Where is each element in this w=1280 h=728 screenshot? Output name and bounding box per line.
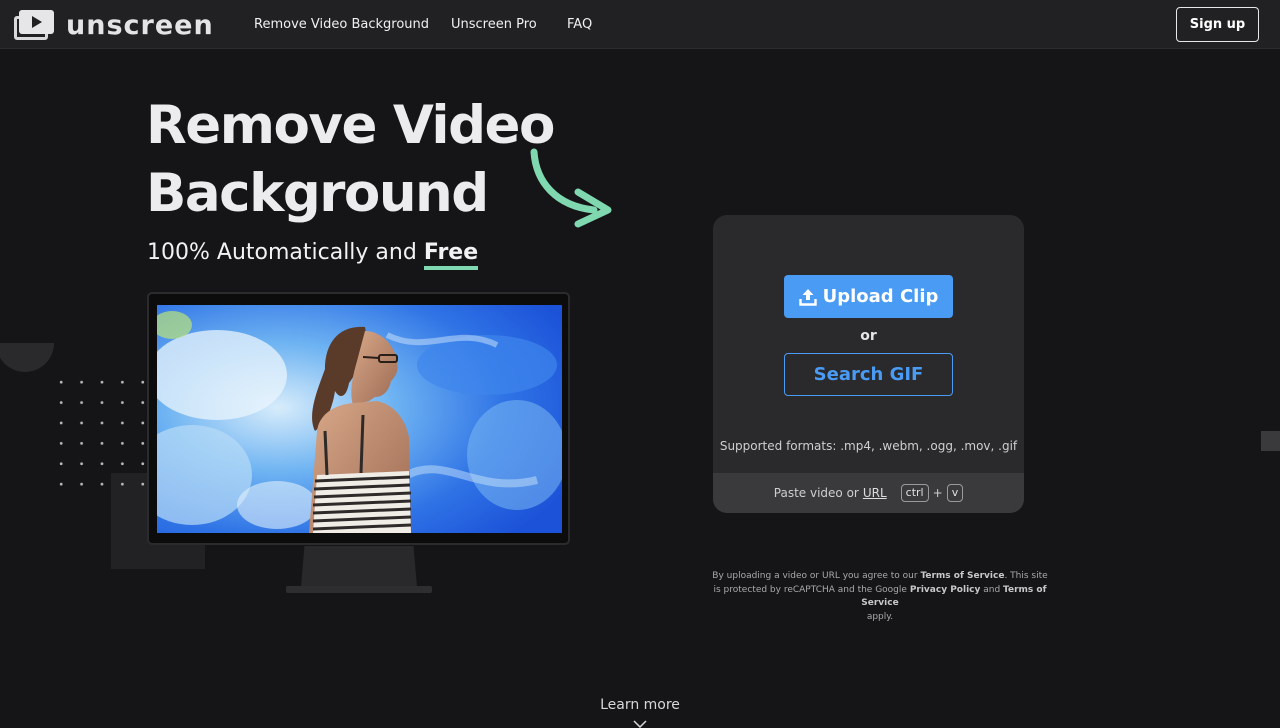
- nav-unscreen-pro[interactable]: Unscreen Pro: [451, 17, 537, 32]
- paste-label: Paste video or: [773, 486, 859, 500]
- upload-card: Upload Clip or Search GIF Supported form…: [713, 215, 1024, 513]
- title-line-2: Background: [146, 163, 489, 224]
- curved-arrow-icon: [530, 148, 612, 228]
- ctrl-key: ctrl: [900, 484, 929, 502]
- search-gif-button[interactable]: Search GIF: [784, 353, 953, 396]
- nav-faq[interactable]: FAQ: [567, 17, 592, 32]
- legal-notice: By uploading a video or URL you agree to…: [710, 570, 1050, 624]
- legal-text-3: and: [983, 584, 1001, 595]
- upload-clip-button[interactable]: Upload Clip: [784, 275, 953, 318]
- learn-more-link[interactable]: Learn more: [0, 697, 1280, 713]
- privacy-policy-link[interactable]: Privacy Policy: [910, 585, 981, 595]
- paste-bar: Paste video or URL ctrl + v: [713, 473, 1024, 513]
- paste-url-link[interactable]: URL: [863, 486, 887, 500]
- terms-of-service-link[interactable]: Terms of Service: [920, 571, 1004, 581]
- demo-monitor: [147, 292, 570, 545]
- sign-up-button[interactable]: Sign up: [1176, 7, 1259, 42]
- legal-text-1: By uploading a video or URL you agree to…: [712, 571, 918, 581]
- or-separator: or: [860, 328, 877, 344]
- subtitle-free: Free: [423, 240, 479, 270]
- upload-icon: [798, 288, 817, 306]
- decorative-half-circle: [0, 343, 54, 372]
- video-logo-icon: [14, 10, 54, 40]
- title-line-1: Remove Video: [146, 95, 555, 156]
- demo-video: [157, 305, 562, 533]
- hero-subtitle: 100% Automatically and Free: [147, 240, 479, 270]
- decorative-dot-grid: [51, 372, 151, 502]
- upload-clip-label: Upload Clip: [822, 286, 939, 307]
- chevron-down-icon[interactable]: [633, 720, 647, 728]
- top-navigation: unscreen Remove Video Background Unscree…: [0, 0, 1280, 49]
- plus-sign: +: [932, 486, 943, 500]
- brand-name: unscreen: [66, 9, 214, 41]
- brand-logo[interactable]: unscreen: [14, 9, 214, 41]
- monitor-base: [286, 586, 432, 593]
- monitor-stand: [301, 546, 417, 587]
- v-key: v: [946, 484, 964, 502]
- subtitle-text: 100% Automatically and: [147, 240, 417, 265]
- nav-remove-video-background[interactable]: Remove Video Background: [254, 17, 429, 32]
- supported-formats: Supported formats: .mp4, .webm, .ogg, .m…: [719, 439, 1018, 453]
- legal-text-4: apply.: [866, 611, 894, 622]
- decorative-edge-tab: [1261, 431, 1280, 451]
